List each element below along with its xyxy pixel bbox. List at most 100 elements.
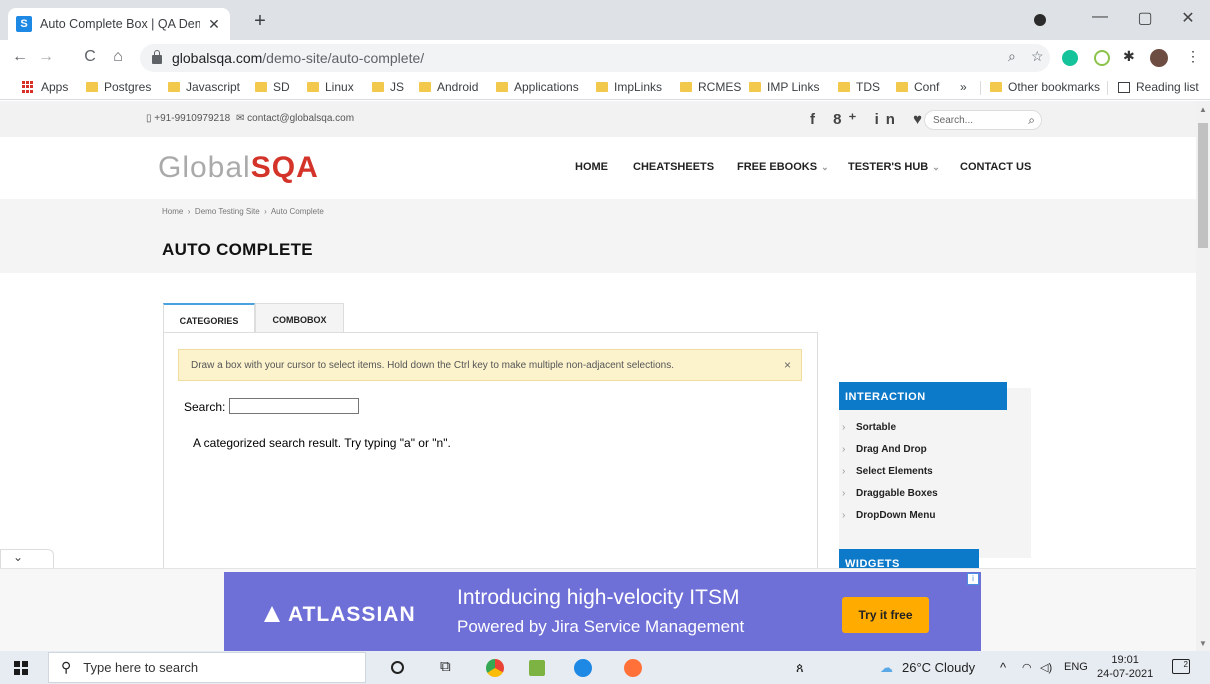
bookmark-star-icon[interactable]: ☆ xyxy=(1031,48,1044,65)
bookmark-folder[interactable]: ImpLinks xyxy=(596,80,662,94)
sidebar-interaction-title: INTERACTION xyxy=(839,382,1007,410)
bookmark-folder[interactable]: JS xyxy=(372,80,404,94)
forward-button[interactable]: → xyxy=(36,48,56,66)
tab-close-icon[interactable]: ✕ xyxy=(206,16,222,33)
breadcrumb-demo[interactable]: Demo Testing Site xyxy=(195,207,260,216)
folder-icon xyxy=(496,82,508,92)
reading-list-icon xyxy=(1118,81,1130,93)
scroll-up-icon[interactable]: ▲ xyxy=(1199,105,1207,114)
weather-text[interactable]: 26°C Cloudy xyxy=(902,660,975,675)
chevron-down-icon: ⌄ xyxy=(821,162,829,172)
reading-list-button[interactable]: Reading list xyxy=(1118,80,1199,94)
back-button[interactable]: ← xyxy=(10,48,30,66)
nav-free-ebooks[interactable]: FREE EBOOKS ⌄ xyxy=(737,161,829,173)
contact-email[interactable]: ✉ contact@globalsqa.com xyxy=(236,113,354,124)
task-view-icon[interactable]: ⧉ xyxy=(440,658,451,675)
bookmark-folder[interactable]: Linux xyxy=(307,80,354,94)
browser-menu-icon[interactable]: ⋮ xyxy=(1186,48,1200,65)
scrollbar-thumb[interactable] xyxy=(1198,123,1208,248)
language-indicator[interactable]: ENG xyxy=(1064,661,1088,673)
bookmarks-divider xyxy=(980,81,981,95)
bookmark-folder[interactable]: Javascript xyxy=(168,80,240,94)
paint-app-icon[interactable] xyxy=(529,660,545,676)
tray-expand-icon[interactable]: ^ xyxy=(1000,660,1006,675)
ad-banner[interactable]: ATLASSIAN Introducing high-velocity ITSM… xyxy=(224,572,981,651)
notification-center-icon[interactable]: 2 xyxy=(1172,659,1190,674)
nav-cheatsheets[interactable]: CHEATSHEETS xyxy=(633,161,714,173)
home-button[interactable]: ⌂ xyxy=(108,48,128,66)
site-search-input[interactable]: Search... ⌕ xyxy=(924,110,1042,130)
windows-start-icon[interactable] xyxy=(14,661,28,675)
folder-icon xyxy=(749,82,761,92)
bookmark-folder[interactable]: Conf xyxy=(896,80,939,94)
cortana-icon[interactable] xyxy=(391,661,404,674)
page-scrollbar[interactable]: ▲ ▼ xyxy=(1196,101,1210,651)
people-icon[interactable]: ጰ xyxy=(796,660,804,676)
wifi-icon[interactable]: ◠ xyxy=(1022,661,1032,674)
sidebar-link-sortable[interactable]: Sortable xyxy=(842,422,896,433)
bookmark-other[interactable]: Other bookmarks xyxy=(990,80,1100,94)
bookmark-folder[interactable]: TDS xyxy=(838,80,880,94)
bookmark-folder[interactable]: IMP Links xyxy=(749,80,819,94)
minimize-button[interactable]: — xyxy=(1085,8,1115,26)
browser-tab-active[interactable]: S Auto Complete Box | QA Demo Testing Si… xyxy=(8,8,230,40)
edge-icon[interactable] xyxy=(574,659,592,677)
atlassian-logo-icon xyxy=(264,606,280,622)
site-logo[interactable]: GlobalSQA xyxy=(158,151,319,185)
scroll-down-icon[interactable]: ▼ xyxy=(1199,639,1207,648)
nav-home[interactable]: HOME xyxy=(575,161,608,173)
bookmark-folder[interactable]: SD xyxy=(255,80,290,94)
sidebar-interaction-list: Sortable Drag And Drop Select Elements D… xyxy=(839,388,1031,558)
folder-icon xyxy=(419,82,431,92)
bookmark-folder[interactable]: RCMES xyxy=(680,80,741,94)
info-notice: Draw a box with your cursor to select it… xyxy=(178,349,802,381)
taskbar-search[interactable]: ⚲ Type here to search xyxy=(48,652,366,683)
maximize-button[interactable]: ▢ xyxy=(1130,8,1160,28)
reload-button[interactable]: C xyxy=(80,48,100,66)
bookmark-folder[interactable]: Applications xyxy=(496,80,579,94)
nav-contact-us[interactable]: CONTACT US xyxy=(960,161,1031,173)
breadcrumb-home[interactable]: Home xyxy=(162,207,183,216)
profile-avatar[interactable] xyxy=(1150,49,1168,67)
contact-phone: ▯ +91-9910979218 xyxy=(146,113,231,124)
bookmarks-overflow-button[interactable]: » xyxy=(960,80,967,94)
extension-icon[interactable] xyxy=(1094,50,1110,66)
search-icon[interactable]: ⌕ xyxy=(1028,113,1035,128)
sidebar-link-drag-and-drop[interactable]: Drag And Drop xyxy=(842,444,927,455)
nav-testers-hub[interactable]: TESTER'S HUB ⌄ xyxy=(848,161,940,173)
bookmark-folder[interactable]: Android xyxy=(419,80,478,94)
breadcrumb-current: Auto Complete xyxy=(270,207,324,216)
breadcrumb: Home › Demo Testing Site › Auto Complete xyxy=(162,207,324,216)
tab-categories[interactable]: CATEGORIES xyxy=(163,303,255,333)
ad-cta-button[interactable]: Try it free xyxy=(842,597,929,633)
close-window-button[interactable]: ✕ xyxy=(1173,8,1203,28)
grammarly-extension-icon[interactable] xyxy=(1062,50,1078,66)
taskbar-clock[interactable]: 19:01 24-07-2021 xyxy=(1097,653,1153,681)
ad-brand-logo: ATLASSIAN xyxy=(264,603,416,627)
tab-search-icon[interactable] xyxy=(1034,14,1046,26)
zoom-icon[interactable]: ⌕ xyxy=(1008,48,1016,65)
chrome-icon[interactable] xyxy=(486,659,504,677)
tab-combobox[interactable]: COMBOBOX xyxy=(255,303,344,333)
sidebar-link-dropdown-menu[interactable]: DropDown Menu xyxy=(842,510,936,521)
bookmark-folder[interactable]: Postgres xyxy=(86,80,151,94)
ad-bar: ATLASSIAN Introducing high-velocity ITSM… xyxy=(0,568,1196,651)
ad-info-icon[interactable]: i xyxy=(967,573,979,585)
sidebar-link-select-elements[interactable]: Select Elements xyxy=(842,466,933,477)
address-bar[interactable]: globalsqa.com /demo-site/auto-complete/ xyxy=(140,44,1050,72)
bookmark-apps[interactable]: Apps xyxy=(22,80,68,94)
volume-icon[interactable]: ◁) xyxy=(1040,661,1052,674)
search-input[interactable] xyxy=(229,398,359,414)
sidebar-link-draggable-boxes[interactable]: Draggable Boxes xyxy=(842,488,938,499)
close-icon[interactable]: × xyxy=(784,358,791,372)
ad-headline: Introducing high-velocity ITSM xyxy=(457,586,740,609)
firefox-icon[interactable] xyxy=(624,659,642,677)
site-favicon-icon: S xyxy=(16,16,32,32)
folder-icon xyxy=(307,82,319,92)
search-label: Search: xyxy=(184,400,226,414)
collapse-ad-button[interactable]: ⌄ xyxy=(0,549,54,569)
extensions-puzzle-icon[interactable]: ✱ xyxy=(1123,48,1135,65)
bookmarks-divider xyxy=(1107,81,1108,95)
new-tab-button[interactable]: + xyxy=(248,10,272,33)
folder-icon xyxy=(596,82,608,92)
